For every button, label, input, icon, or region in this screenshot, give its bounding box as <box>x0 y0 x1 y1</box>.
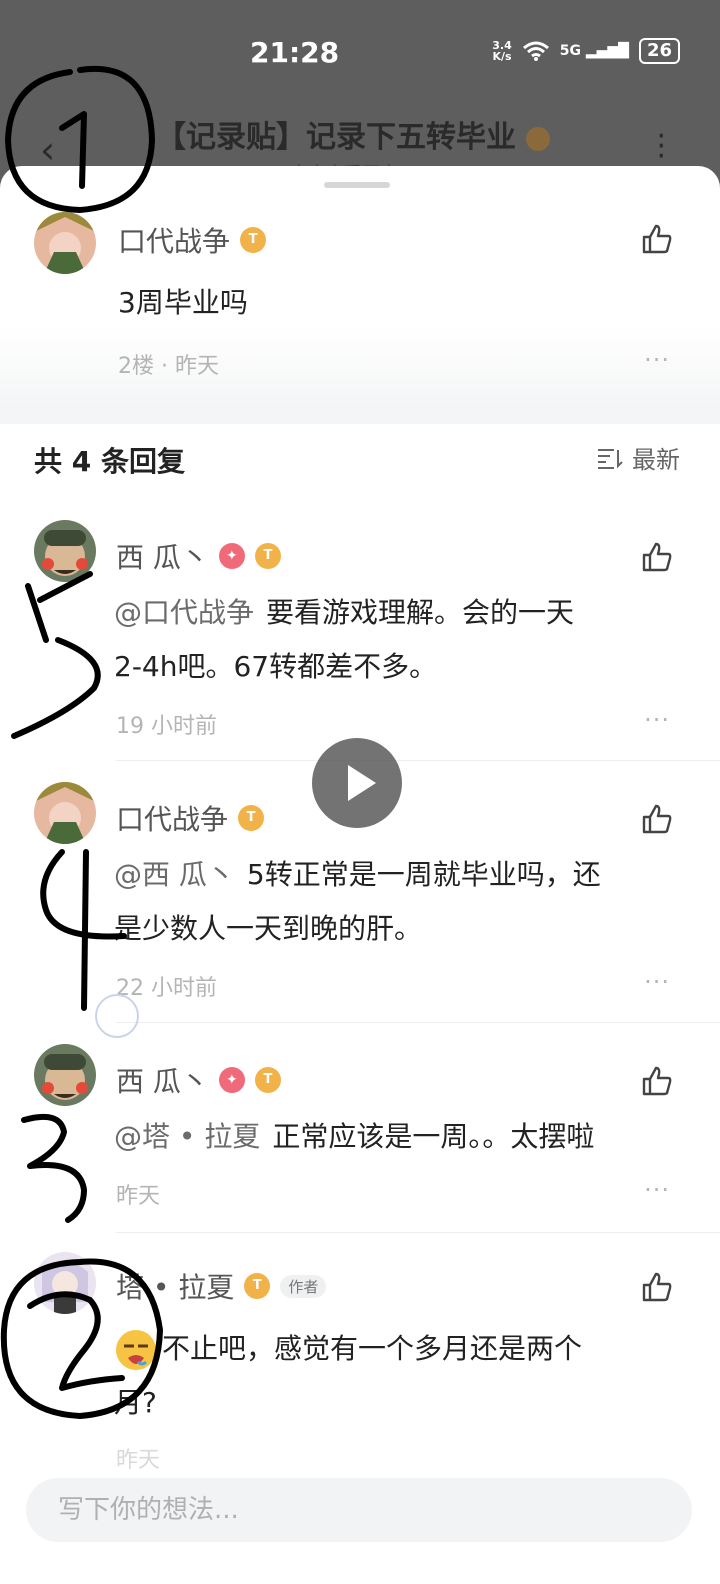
like-icon[interactable] <box>640 802 674 836</box>
reply-time: 19 小时前 <box>116 714 217 739</box>
replies-count-header: 共 4 条回复 <box>34 445 185 478</box>
reply-text: @塔 • 拉夏 正常应该是一周。。太摆啦 <box>114 1120 595 1153</box>
sort-icon <box>598 448 623 469</box>
avatar[interactable] <box>34 1252 96 1314</box>
username[interactable]: 塔 • 拉夏 T 作者 <box>116 1266 327 1306</box>
more-options-icon[interactable]: ··· <box>644 968 670 996</box>
more-options-icon[interactable]: ··· <box>644 706 670 734</box>
like-icon[interactable] <box>640 540 674 574</box>
status-time: 21:28 <box>250 36 340 69</box>
reply-text: @西 瓜丶 5转正常是一周就毕业吗，还 是少数人一天到晚的肝。 <box>114 858 601 945</box>
mention-link[interactable]: @西 瓜丶 <box>114 858 235 891</box>
reply-time: 昨天 <box>116 1184 161 1209</box>
like-icon[interactable] <box>640 1270 674 1304</box>
mention-link[interactable]: @塔 • 拉夏 <box>114 1120 260 1153</box>
sort-button[interactable]: 最新 <box>596 440 680 475</box>
comment-text: 3周毕业吗 <box>118 286 248 319</box>
signal-icon: 5G ▂▄▆█ <box>559 43 629 59</box>
like-icon[interactable] <box>640 1064 674 1098</box>
more-options-icon[interactable]: ··· <box>644 346 670 374</box>
more-options-icon[interactable]: ··· <box>644 1176 670 1204</box>
status-bar: 21:28 3.4 K/s 5G ▂▄▆█ 26 <box>0 0 720 100</box>
like-icon[interactable] <box>640 222 674 256</box>
section-separator <box>0 410 720 424</box>
avatar[interactable] <box>34 520 96 582</box>
more-menu-icon[interactable]: · · · <box>656 122 666 172</box>
divider <box>116 760 720 761</box>
title-badge-icon <box>526 126 550 151</box>
reply-text-continued: 月? <box>114 1386 157 1419</box>
comment-meta: 2楼 · 昨天 <box>118 354 219 379</box>
avatar[interactable] <box>34 782 96 844</box>
battery-icon: 26 <box>638 38 680 64</box>
level-badge-icon: T <box>244 1273 271 1299</box>
reply-item: 西 瓜丶 ✦ T @塔 • 拉夏 正常应该是一周。。太摆啦 昨天 ··· <box>0 1040 720 1236</box>
level-badge-icon: T <box>240 227 267 253</box>
reply-sheet: 口代战争 T 3周毕业吗 2楼 · 昨天 ··· 共 4 条回复 最新 西 瓜丶… <box>0 166 720 1584</box>
avatar[interactable] <box>34 1044 96 1106</box>
reply-time: 22 小时前 <box>116 976 217 1001</box>
reply-item: 塔 • 拉夏 T 作者 不止吧，感觉有一个多月还是两个 月? 昨天 <box>0 1248 720 1473</box>
level-badge-icon: T <box>254 1067 281 1093</box>
username[interactable]: 西 瓜丶 ✦ T <box>116 1060 281 1100</box>
comment-input-bar[interactable] <box>26 1478 692 1542</box>
reply-text: 不止吧，感觉有一个多月还是两个 <box>162 1332 583 1365</box>
username[interactable]: 西 瓜丶 ✦ T <box>116 536 281 576</box>
main-comment: 口代战争 T 3周毕业吗 2楼 · 昨天 ··· <box>0 196 720 410</box>
reply-item: 西 瓜丶 ✦ T @口代战争 要看游戏理解。会的一天 2-4h吧。67转都差不多。 … <box>0 516 720 761</box>
reply-time: 昨天 <box>116 1448 161 1473</box>
avatar[interactable] <box>34 212 96 274</box>
fire-badge-icon: ✦ <box>218 543 245 569</box>
post-title: 【记录贴】记录下五转毕业 <box>156 112 550 156</box>
username[interactable]: 口代战争 T <box>118 220 267 260</box>
divider <box>116 1022 720 1023</box>
mention-link[interactable]: @口代战争 <box>114 596 254 629</box>
status-icons: 3.4 K/s 5G ▂▄▆█ 26 <box>492 38 680 64</box>
level-badge-icon: T <box>254 543 281 569</box>
author-tag: 作者 <box>280 1274 327 1298</box>
fire-badge-icon: ✦ <box>218 1067 245 1093</box>
emoji-icon <box>116 1330 156 1370</box>
comment-input[interactable] <box>26 1478 692 1542</box>
divider <box>116 1232 720 1233</box>
level-badge-icon: T <box>238 805 265 831</box>
drag-handle[interactable] <box>324 182 390 188</box>
net-speed: 3.4 K/s <box>492 39 512 63</box>
touch-indicator <box>95 994 139 1038</box>
reply-text: @口代战争 要看游戏理解。会的一天 2-4h吧。67转都差不多。 <box>114 596 575 683</box>
play-button[interactable] <box>312 738 402 828</box>
username[interactable]: 口代战争 T <box>116 798 265 838</box>
wifi-icon <box>522 41 549 61</box>
